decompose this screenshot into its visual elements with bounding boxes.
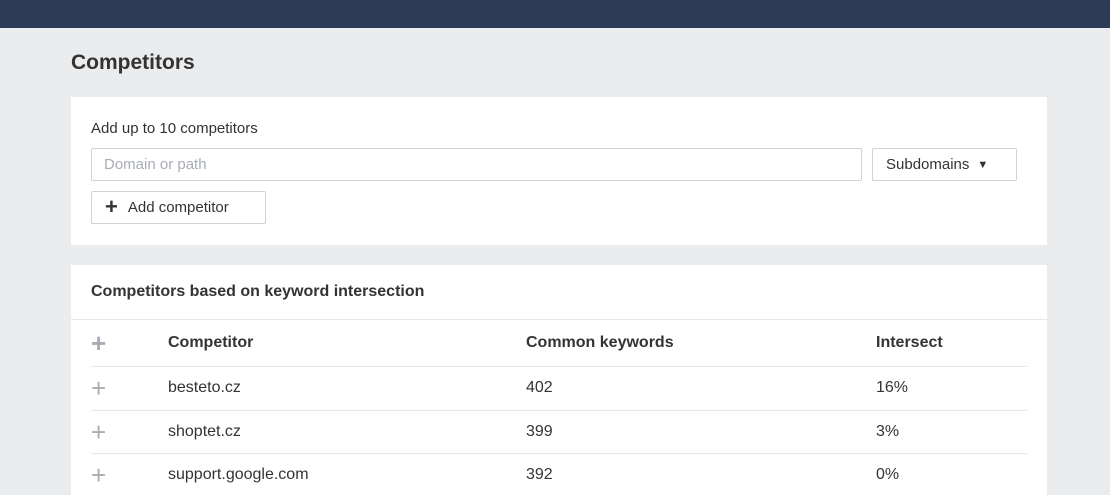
competitor-cell: shoptet.cz	[168, 422, 241, 440]
column-header-competitor: Competitor	[168, 334, 254, 351]
add-competitor-button[interactable]: + Add competitor	[91, 191, 266, 224]
page-title: Competitors	[71, 51, 195, 74]
column-header-common-keywords: Common keywords	[526, 334, 674, 351]
keyword-intersection-card: Competitors based on keyword intersectio…	[71, 265, 1047, 495]
add-competitor-button-label: Add competitor	[127, 199, 229, 216]
column-header-intersect: Intersect	[876, 334, 943, 351]
competitor-cell: besteto.cz	[168, 379, 241, 397]
add-row-plus-icon[interactable]: +	[91, 375, 106, 401]
intersect-cell: 16%	[876, 379, 909, 397]
top-navigation-bar	[0, 0, 1110, 28]
subdomains-select[interactable]: Subdomains ▼	[872, 148, 1017, 181]
common-keywords-cell: 402	[526, 379, 553, 397]
add-row-plus-icon[interactable]: +	[91, 462, 106, 488]
intersect-cell: 0%	[876, 466, 900, 484]
add-competitors-label: Add up to 10 competitors	[91, 120, 258, 137]
domain-input[interactable]	[91, 148, 862, 181]
table-row: + shoptet.cz 399 3%	[91, 411, 1027, 454]
common-keywords-cell: 392	[526, 466, 553, 484]
keyword-intersection-title: Competitors based on keyword intersectio…	[91, 283, 425, 300]
add-row-plus-icon[interactable]: +	[91, 419, 106, 445]
competitors-table: + Competitor Common keywords Intersect +…	[91, 320, 1027, 495]
add-all-plus-icon[interactable]: +	[91, 330, 106, 356]
table-header-row: + Competitor Common keywords Intersect	[91, 320, 1027, 367]
plus-icon: +	[105, 193, 118, 219]
subdomains-select-value: Subdomains	[886, 156, 970, 173]
caret-down-icon: ▼	[977, 158, 989, 171]
intersect-cell: 3%	[876, 422, 900, 440]
table-row: + besteto.cz 402 16%	[91, 367, 1027, 411]
competitor-cell: support.google.com	[168, 466, 309, 484]
add-competitors-card: Add up to 10 competitors Subdomains ▼ + …	[71, 97, 1047, 245]
common-keywords-cell: 399	[526, 422, 553, 440]
table-row: + support.google.com 392 0%	[91, 454, 1027, 495]
